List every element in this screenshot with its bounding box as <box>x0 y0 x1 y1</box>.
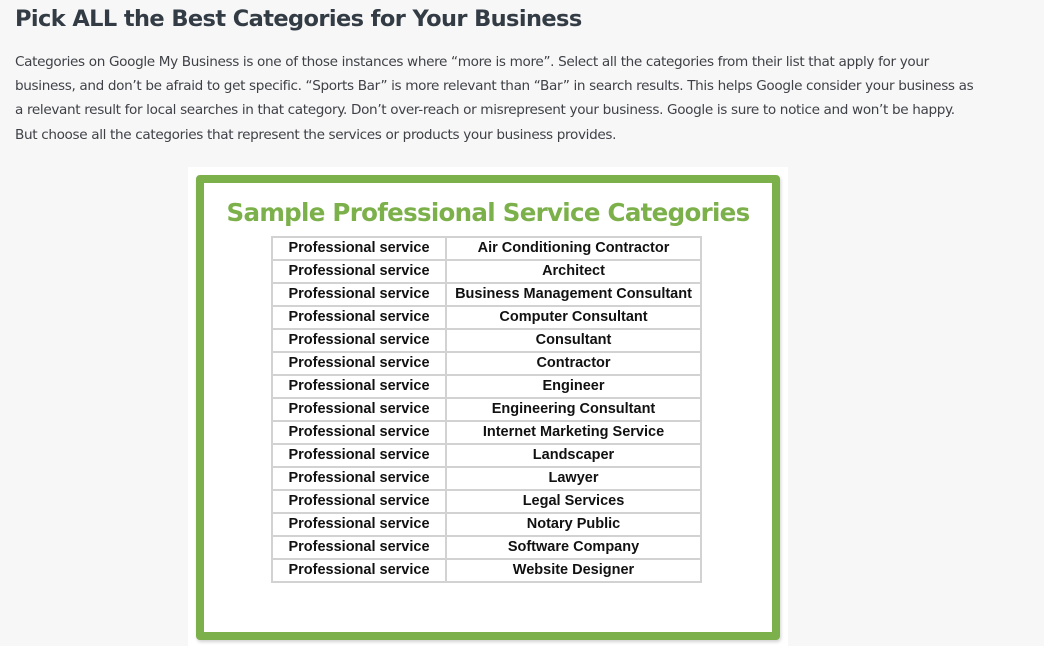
category-name-cell: Engineer <box>445 374 702 399</box>
categories-table: Professional service Air Conditioning Co… <box>271 236 702 583</box>
table-row: Professional service Air Conditioning Co… <box>271 236 702 261</box>
category-type-cell: Professional service <box>271 443 447 468</box>
category-type-cell: Professional service <box>271 236 447 261</box>
table-row: Professional service Contractor <box>271 351 702 376</box>
category-type-cell: Professional service <box>271 420 447 445</box>
category-name-cell: Engineering Consultant <box>445 397 702 422</box>
table-row: Professional service Software Company <box>271 535 702 560</box>
category-type-cell: Professional service <box>271 374 447 399</box>
table-row: Professional service Lawyer <box>271 466 702 491</box>
table-row: Professional service Consultant <box>271 328 702 353</box>
category-name-cell: Lawyer <box>445 466 702 491</box>
table-row: Professional service Notary Public <box>271 512 702 537</box>
category-type-cell: Professional service <box>271 305 447 330</box>
table-row: Professional service Legal Services <box>271 489 702 514</box>
table-row: Professional service Engineering Consult… <box>271 397 702 422</box>
category-type-cell: Professional service <box>271 512 447 537</box>
categories-table-body: Professional service Air Conditioning Co… <box>271 236 702 583</box>
category-type-cell: Professional service <box>271 259 447 284</box>
table-row: Professional service Landscaper <box>271 443 702 468</box>
intro-paragraph: Categories on Google My Business is one … <box>15 54 974 143</box>
category-type-cell: Professional service <box>271 466 447 491</box>
sample-categories-figure: Sample Professional Service Categories P… <box>196 175 780 640</box>
category-type-cell: Professional service <box>271 351 447 376</box>
table-row: Professional service Internet Marketing … <box>271 420 702 445</box>
table-row: Professional service Business Management… <box>271 282 702 307</box>
category-type-cell: Professional service <box>271 282 447 307</box>
table-row: Professional service Engineer <box>271 374 702 399</box>
category-name-cell: Architect <box>445 259 702 284</box>
category-type-cell: Professional service <box>271 328 447 353</box>
category-name-cell: Internet Marketing Service <box>445 420 702 445</box>
table-row: Professional service Website Designer <box>271 558 702 583</box>
category-name-cell: Air Conditioning Contractor <box>445 236 702 261</box>
category-name-cell: Notary Public <box>445 512 702 537</box>
table-row: Professional service Architect <box>271 259 702 284</box>
page-title: Pick ALL the Best Categories for Your Bu… <box>15 6 582 32</box>
category-name-cell: Consultant <box>445 328 702 353</box>
figure-title: Sample Professional Service Categories <box>226 198 751 227</box>
category-name-cell: Software Company <box>445 535 702 560</box>
category-type-cell: Professional service <box>271 489 447 514</box>
category-name-cell: Computer Consultant <box>445 305 702 330</box>
category-name-cell: Website Designer <box>445 558 702 583</box>
category-name-cell: Legal Services <box>445 489 702 514</box>
category-type-cell: Professional service <box>271 558 447 583</box>
table-row: Professional service Computer Consultant <box>271 305 702 330</box>
category-name-cell: Landscaper <box>445 443 702 468</box>
category-name-cell: Business Management Consultant <box>445 282 702 307</box>
category-type-cell: Professional service <box>271 397 447 422</box>
category-name-cell: Contractor <box>445 351 702 376</box>
category-type-cell: Professional service <box>271 535 447 560</box>
